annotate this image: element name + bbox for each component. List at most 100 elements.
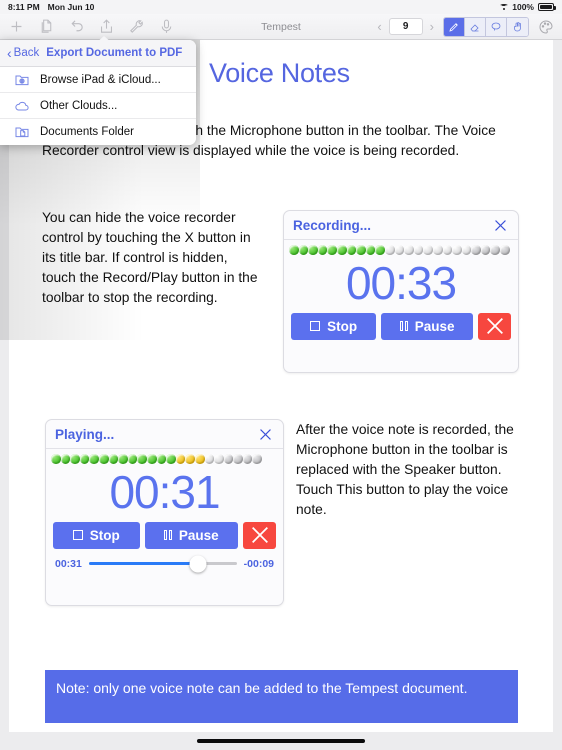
pause-bars-icon <box>163 530 172 541</box>
meter-dot <box>98 454 109 464</box>
meter-dot <box>214 454 224 464</box>
slider-track-filled <box>88 562 199 566</box>
prev-page-icon[interactable]: ‹ <box>377 20 381 33</box>
pen-tool[interactable] <box>444 17 465 36</box>
recorder-level-meter <box>284 240 518 255</box>
meter-dot <box>156 454 167 464</box>
meter-dot <box>442 245 453 255</box>
ipad-screen: 8:11 PM Mon Jun 10 100% Tempest ‹ 9 › Vo… <box>0 0 562 750</box>
meter-dot <box>108 454 119 464</box>
meter-dot <box>308 245 318 255</box>
status-date: Mon Jun 10 <box>47 2 95 12</box>
menu-item-label: Other Clouds... <box>40 99 118 112</box>
microphone-icon[interactable] <box>158 18 175 35</box>
meter-dot <box>384 245 395 255</box>
recorder-button-row: Stop Pause <box>284 312 518 347</box>
menu-item-documents-folder[interactable]: Documents Folder <box>0 119 196 145</box>
stop-button-label: Stop <box>327 318 358 334</box>
meter-dot <box>356 245 366 255</box>
playback-slider[interactable] <box>88 555 237 573</box>
pause-button[interactable]: Pause <box>381 312 473 340</box>
meter-dot <box>394 245 405 255</box>
hand-tool[interactable] <box>507 17 528 36</box>
menu-item-other-clouds[interactable]: Other Clouds... <box>0 93 196 119</box>
stop-square-icon <box>72 530 83 541</box>
page-number-input[interactable]: 9 <box>388 18 423 35</box>
meter-dot <box>480 245 491 255</box>
player-title: Playing... <box>55 426 115 442</box>
app-toolbar: Tempest ‹ 9 › <box>0 14 562 40</box>
close-x-icon[interactable] <box>492 217 509 234</box>
popover-arrow <box>96 36 112 43</box>
meter-dot <box>127 454 138 464</box>
meter-dot <box>223 454 234 464</box>
recorder-title-bar: Recording... <box>284 211 518 240</box>
meter-dot <box>375 245 385 255</box>
stop-square-icon <box>310 321 321 332</box>
page-title: Voice Notes <box>209 58 350 88</box>
playback-progress-row: 00:31 -00:09 <box>46 555 283 573</box>
cancel-button[interactable] <box>243 521 276 549</box>
pause-button-label: Pause <box>178 527 219 543</box>
meter-dot <box>242 454 253 464</box>
home-indicator[interactable] <box>197 738 365 743</box>
meter-dot <box>252 454 263 464</box>
wifi-icon <box>499 3 509 11</box>
meter-dot <box>194 454 205 464</box>
menu-item-browse-ipad-icloud[interactable]: Browse iPad & iCloud... <box>0 67 196 93</box>
annotation-tool-group <box>443 16 529 37</box>
meter-dot <box>327 245 337 255</box>
note-callout: Note: only one voice note can be added t… <box>45 670 518 723</box>
voice-recorder-widget: Recording... 00:33 Stop Pause <box>283 210 519 373</box>
stop-button[interactable]: Stop <box>53 521 140 549</box>
meter-dot <box>432 245 443 255</box>
add-icon[interactable] <box>8 18 25 35</box>
status-bar: 8:11 PM Mon Jun 10 100% <box>0 0 562 14</box>
meter-dot <box>336 245 347 255</box>
meter-dot <box>185 454 195 464</box>
meter-dot <box>70 454 80 464</box>
back-button[interactable]: ‹ Back <box>7 44 40 61</box>
share-export-icon[interactable] <box>98 18 115 35</box>
cloud-icon <box>14 98 30 114</box>
voice-player-widget: Playing... 00:31 Stop Pause 00:31 -00:09 <box>45 419 284 606</box>
meter-dot <box>490 245 501 255</box>
meter-dot <box>137 454 147 464</box>
stop-button-label: Stop <box>89 527 120 543</box>
meter-dot <box>146 454 157 464</box>
meter-dot <box>118 454 128 464</box>
eraser-tool[interactable] <box>465 17 486 36</box>
recorder-title: Recording... <box>293 217 372 233</box>
slider-knob[interactable] <box>189 555 207 573</box>
pause-bars-icon <box>399 321 408 332</box>
recorder-timer: 00:33 <box>345 256 457 309</box>
duplicate-icon[interactable] <box>38 18 55 35</box>
back-button-label: Back <box>13 47 40 59</box>
meter-dot <box>365 245 376 255</box>
wrench-settings-icon[interactable] <box>128 18 145 35</box>
popover-title: Export Document to PDF <box>46 47 183 59</box>
meter-dot <box>204 454 215 464</box>
chevron-left-icon: ‹ <box>7 44 12 61</box>
color-palette-icon[interactable] <box>538 19 554 35</box>
next-page-icon[interactable]: › <box>430 20 434 33</box>
meter-dot <box>404 245 414 255</box>
meter-dot <box>471 245 481 255</box>
menu-item-label: Documents Folder <box>40 126 134 138</box>
undo-icon[interactable] <box>68 18 85 35</box>
paragraph-hide-control: You can hide the voice recorder control … <box>42 210 258 305</box>
close-x-icon[interactable] <box>257 426 274 443</box>
cancel-button[interactable] <box>478 312 511 340</box>
folder-document-icon <box>14 124 30 140</box>
meter-dot <box>60 454 71 464</box>
player-level-meter <box>46 449 283 464</box>
elapsed-time: 00:31 <box>55 557 82 570</box>
player-title-bar: Playing... <box>46 420 283 449</box>
pause-button[interactable]: Pause <box>144 521 238 549</box>
player-timer: 00:31 <box>109 465 220 518</box>
status-time: 8:11 PM <box>8 2 40 12</box>
meter-dot <box>233 454 243 464</box>
lasso-tool[interactable] <box>486 17 507 36</box>
stop-button[interactable]: Stop <box>291 312 377 340</box>
meter-dot <box>175 454 186 464</box>
